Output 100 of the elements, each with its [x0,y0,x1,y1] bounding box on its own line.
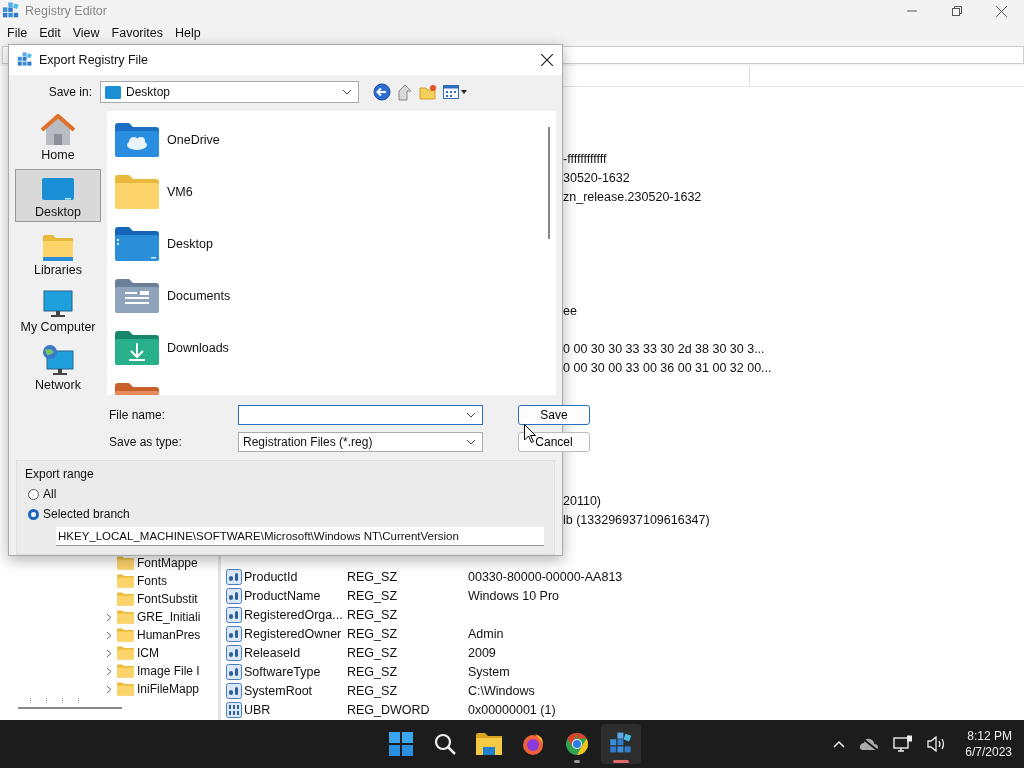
string-value-icon [226,587,242,604]
radio-option[interactable]: Selected branch [25,507,544,521]
value-name[interactable]: SoftwareType [244,664,347,679]
folder-icon [117,682,134,696]
value-data: zn_release.230520-1632 [563,189,702,204]
place-item[interactable]: Network [15,341,101,395]
chevron-icon[interactable] [106,612,112,622]
start-icon [389,732,413,756]
folder-icon [117,628,134,642]
tree-item[interactable]: FontMappe [137,556,198,570]
cursor-icon [524,424,536,443]
save-in-dropdown[interactable]: Desktop [100,81,359,103]
folder-name[interactable]: VM6 [167,185,193,199]
folder-icon [115,175,159,209]
place-item[interactable]: Desktop [15,168,101,223]
restore-icon [951,6,962,16]
value-data: Admin [468,626,505,641]
browser-icon [565,732,589,756]
folder-icon [117,592,134,606]
tree-item[interactable]: IniFileMapp [137,682,200,696]
clock[interactable]: 8:12 PM 6/7/2023 [965,728,1012,760]
value-data: 2009 [468,645,497,660]
scrollbar-thumb[interactable] [18,707,122,709]
string-value-icon [226,682,242,699]
value-name[interactable]: UBR [244,702,347,717]
caret-icon [342,89,352,95]
folder-name[interactable]: Downloads [167,341,229,355]
caret-icon [466,439,476,445]
up-folder-icon[interactable] [397,83,413,101]
save-button[interactable]: Save [518,405,590,425]
value-type: REG_SZ [347,645,398,660]
network-icon [41,343,75,376]
string-value-icon [226,663,242,680]
time-text: 8:12 PM [967,728,1012,744]
search-icon [434,733,456,755]
scrollbar-thumb[interactable] [548,127,550,239]
value-data: C:\Windows [468,683,536,698]
place-item[interactable]: Libraries [15,226,101,280]
folder-name[interactable]: Documents [167,289,231,303]
place-item[interactable]: My Computer [15,283,101,338]
window-title: Registry Editor [25,4,107,18]
folder-name[interactable]: Desktop [167,237,213,251]
view-menu-icon[interactable] [443,85,467,99]
caret-icon [466,412,476,418]
radio-icon[interactable] [28,488,39,500]
value-type: REG_DWORD [347,702,431,717]
menu-item[interactable]: Favorites [105,26,169,40]
desktop-folder-icon [115,227,159,261]
close-icon [541,54,553,66]
app-icon [2,2,20,20]
branch-path-field[interactable]: HKEY_LOCAL_MACHINE\SOFTWARE\Microsoft\Windows NT\CurrentVersion [56,527,544,546]
value-data: 20110) [563,493,601,508]
value-name[interactable]: RegisteredOwner [244,626,347,641]
value-name[interactable]: ProductId [244,569,347,584]
tree-item[interactable]: Image File I [137,664,200,678]
folder-name[interactable]: OneDrive [167,133,220,147]
value-type: REG_SZ [347,588,398,603]
chevron-icon[interactable] [106,630,112,640]
value-data: 0x00000001 (1) [468,702,557,717]
value-type: REG_SZ [347,664,398,679]
value-type: REG_SZ [347,569,398,584]
chevron-icon[interactable] [106,684,112,694]
value-name[interactable]: RegisteredOrga... [244,607,347,622]
value-name[interactable]: SystemRoot [244,683,347,698]
cloud-off-icon[interactable] [859,737,880,751]
menu-item[interactable]: View [66,26,106,40]
chevron-up-icon[interactable] [833,740,846,748]
folder-icon [476,733,502,755]
string-value-icon [226,568,242,585]
folder-icon [117,556,134,570]
value-data: 30520-1632 [563,170,630,185]
menu-item[interactable]: Help [169,26,207,40]
tree-item[interactable]: ICM [137,646,159,660]
binary-value-icon [226,701,242,718]
tree-item[interactable]: GRE_Initiali [137,610,201,624]
file-name-field[interactable] [238,405,483,425]
radio-icon[interactable] [28,508,39,520]
new-folder-icon[interactable] [419,84,437,100]
menu-item[interactable]: File [1,26,34,40]
value-data: Windows 10 Pro [468,588,560,603]
chevron-icon[interactable] [106,648,112,658]
chevron-icon[interactable] [106,666,112,676]
cloud-folder-icon [115,123,159,157]
menu-item[interactable]: Edit [33,26,67,40]
place-item[interactable]: Home [15,111,101,165]
value-name[interactable]: ReleaseId [244,645,347,660]
tree-item[interactable]: FontSubstit [137,592,198,606]
string-value-icon [226,625,242,642]
tree-item[interactable]: HumanPres [137,628,201,642]
value-data: lb (133296937109616347) [563,512,710,527]
network-icon[interactable] [893,735,914,753]
app-icon [17,52,33,68]
monitor-icon [105,85,121,99]
group-title: Export range [25,467,95,481]
radio-option[interactable]: All [25,487,544,501]
save-type-dropdown[interactable]: Registration Files (*.reg) [238,432,483,452]
back-icon[interactable] [373,83,391,101]
tree-item[interactable]: Fonts [137,574,167,588]
value-name[interactable]: ProductName [244,588,347,603]
cancel-button[interactable]: Cancel [518,432,590,452]
